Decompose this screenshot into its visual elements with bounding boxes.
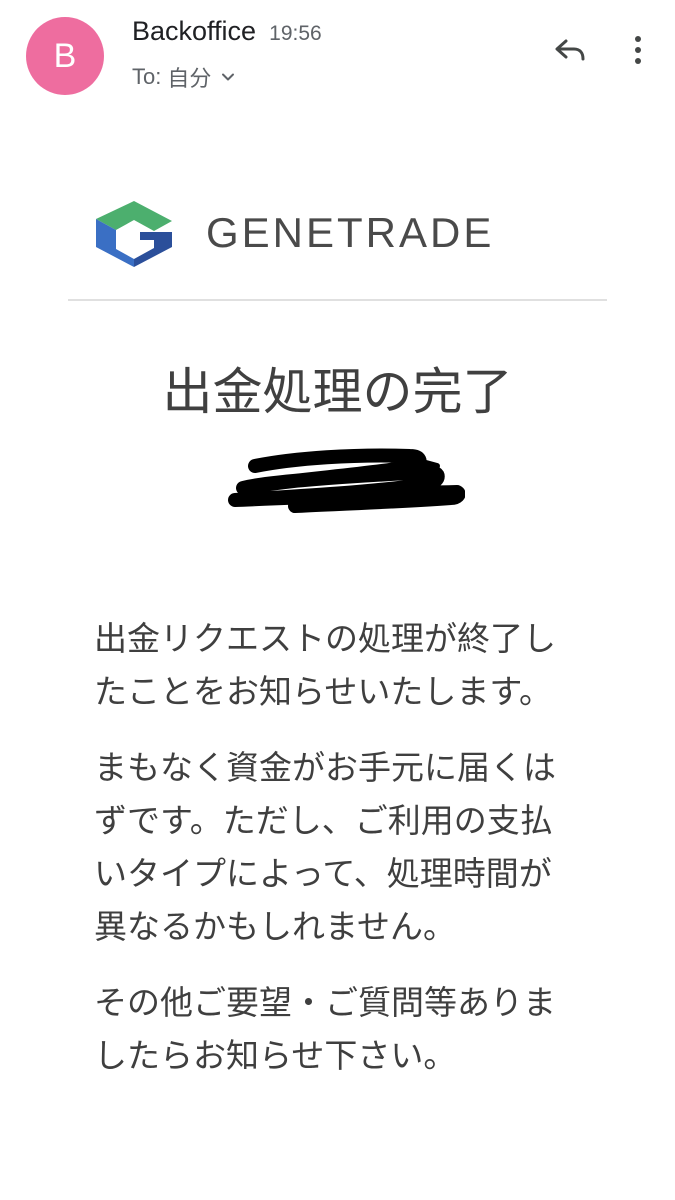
body-paragraph-2: まもなく資金がお手元に届くはずです。ただし、ご利用の支払いタイプによって、処理時…	[94, 748, 556, 946]
header-divider	[68, 299, 607, 301]
sender-line: Backoffice 19:56	[132, 16, 322, 47]
recipient-name: 自分	[167, 67, 212, 92]
brand-logo: GENETRADE	[92, 195, 494, 270]
email-time: 19:56	[269, 22, 322, 45]
recipient-details-toggle[interactable]: To: 自分	[132, 61, 235, 93]
email-body: 出金リクエストの処理が終了したことをお知らせいたします。 まもなく資金がお手元に…	[94, 612, 584, 1105]
redaction-scribble	[228, 448, 465, 513]
avatar-letter: B	[53, 36, 77, 75]
more-vert-icon[interactable]	[626, 32, 650, 68]
email-header: B Backoffice 19:56 To: 自分	[0, 0, 675, 110]
email-title: 出金処理の完了	[162, 363, 513, 421]
recipient-prefix: To:	[132, 64, 162, 89]
sender-name[interactable]: Backoffice	[132, 16, 256, 46]
brand-name: GENETRADE	[206, 208, 495, 256]
chevron-down-icon[interactable]	[221, 70, 235, 84]
reply-icon[interactable]	[552, 32, 588, 68]
genetrade-logo-icon	[96, 200, 172, 267]
body-paragraph-1: 出金リクエストの処理が終了したことをお知らせいたします。	[94, 619, 556, 711]
sender-avatar[interactable]: B	[26, 17, 104, 95]
body-paragraph-3: その他ご要望・ご質問等ありましたらお知らせ下さい。	[94, 983, 556, 1075]
